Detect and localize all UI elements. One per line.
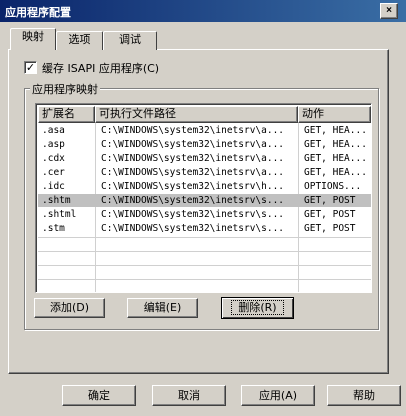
cell-actions: GET, HEA... bbox=[304, 167, 367, 178]
checkmark-icon: ✓ bbox=[25, 61, 36, 74]
table-row[interactable]: .cdx C:\WINDOWS\system32\inetsrv\a... GE… bbox=[38, 152, 371, 165]
cell-extension: .asa bbox=[42, 125, 65, 136]
cell-path: C:\WINDOWS\system32\inetsrv\a... bbox=[101, 139, 285, 150]
grid-line bbox=[38, 279, 371, 280]
table-row[interactable]: .asa C:\WINDOWS\system32\inetsrv\a... GE… bbox=[38, 124, 371, 137]
table-row-selected[interactable]: .shtm C:\WINDOWS\system32\inetsrv\s... G… bbox=[38, 194, 371, 207]
cell-extension: .asp bbox=[42, 139, 65, 150]
cache-isapi-label[interactable]: 缓存 ISAPI 应用程序(C) bbox=[42, 60, 159, 76]
table-row[interactable]: .shtml C:\WINDOWS\system32\inetsrv\s... … bbox=[38, 208, 371, 221]
cell-extension: .cdx bbox=[42, 153, 65, 164]
cell-actions: GET, HEA... bbox=[304, 153, 367, 164]
ok-button[interactable]: 确定 bbox=[62, 385, 136, 406]
cell-extension: .stm bbox=[42, 223, 65, 234]
tab-options[interactable]: 选项 bbox=[56, 31, 103, 50]
cell-actions: GET, HEA... bbox=[304, 125, 367, 136]
cell-extension: .shtml bbox=[42, 209, 77, 220]
cell-extension: .shtm bbox=[42, 195, 71, 206]
close-button[interactable]: × bbox=[380, 3, 398, 19]
cell-path: C:\WINDOWS\system32\inetsrv\s... bbox=[101, 223, 285, 234]
table-row[interactable]: .stm C:\WINDOWS\system32\inetsrv\s... GE… bbox=[38, 222, 371, 235]
cell-extension: .idc bbox=[42, 181, 65, 192]
cache-isapi-checkbox[interactable]: ✓ bbox=[24, 61, 37, 74]
tab-debug[interactable]: 调试 bbox=[103, 31, 157, 50]
apply-button[interactable]: 应用(A) bbox=[241, 385, 315, 406]
column-header-path[interactable]: 可执行文件路径 bbox=[95, 106, 298, 123]
delete-button[interactable]: 删除(R) bbox=[221, 297, 294, 319]
help-button[interactable]: 帮助 bbox=[327, 385, 401, 406]
cell-path: C:\WINDOWS\system32\inetsrv\a... bbox=[101, 153, 285, 164]
grid-line bbox=[38, 237, 371, 238]
table-row[interactable]: .asp C:\WINDOWS\system32\inetsrv\a... GE… bbox=[38, 138, 371, 151]
cell-path: C:\WINDOWS\system32\inetsrv\a... bbox=[101, 125, 285, 136]
delete-button-label: 删除(R) bbox=[231, 300, 284, 315]
cell-path: C:\WINDOWS\system32\inetsrv\s... bbox=[101, 195, 285, 206]
column-header-actions[interactable]: 动作 bbox=[298, 106, 371, 123]
grid-line bbox=[38, 265, 371, 266]
cell-path: C:\WINDOWS\system32\inetsrv\s... bbox=[101, 209, 285, 220]
close-icon: × bbox=[386, 5, 392, 16]
column-header-extension[interactable]: 扩展名 bbox=[38, 106, 95, 123]
grid-line bbox=[38, 251, 371, 252]
cell-extension: .cer bbox=[42, 167, 65, 178]
cancel-button[interactable]: 取消 bbox=[152, 385, 226, 406]
window-title: 应用程序配置 bbox=[5, 6, 71, 19]
tab-mapping[interactable]: 映射 bbox=[10, 28, 56, 50]
app-mappings-title: 应用程序映射 bbox=[30, 81, 100, 97]
cell-path: C:\WINDOWS\system32\inetsrv\h... bbox=[101, 181, 285, 192]
cell-actions: GET, POST bbox=[304, 195, 356, 206]
mappings-listview[interactable]: 扩展名 可执行文件路径 动作 .asa C:\WINDOWS\system32\… bbox=[35, 103, 372, 293]
cell-actions: GET, HEA... bbox=[304, 139, 367, 150]
edit-button[interactable]: 编辑(E) bbox=[127, 298, 198, 318]
add-button[interactable]: 添加(D) bbox=[34, 298, 105, 318]
table-row[interactable]: .idc C:\WINDOWS\system32\inetsrv\h... OP… bbox=[38, 180, 371, 193]
table-row[interactable]: .cer C:\WINDOWS\system32\inetsrv\a... GE… bbox=[38, 166, 371, 179]
cell-actions: GET, POST bbox=[304, 209, 356, 220]
cell-actions: GET, POST bbox=[304, 223, 356, 234]
cell-actions: OPTIONS... bbox=[304, 181, 362, 192]
cell-path: C:\WINDOWS\system32\inetsrv\a... bbox=[101, 167, 285, 178]
